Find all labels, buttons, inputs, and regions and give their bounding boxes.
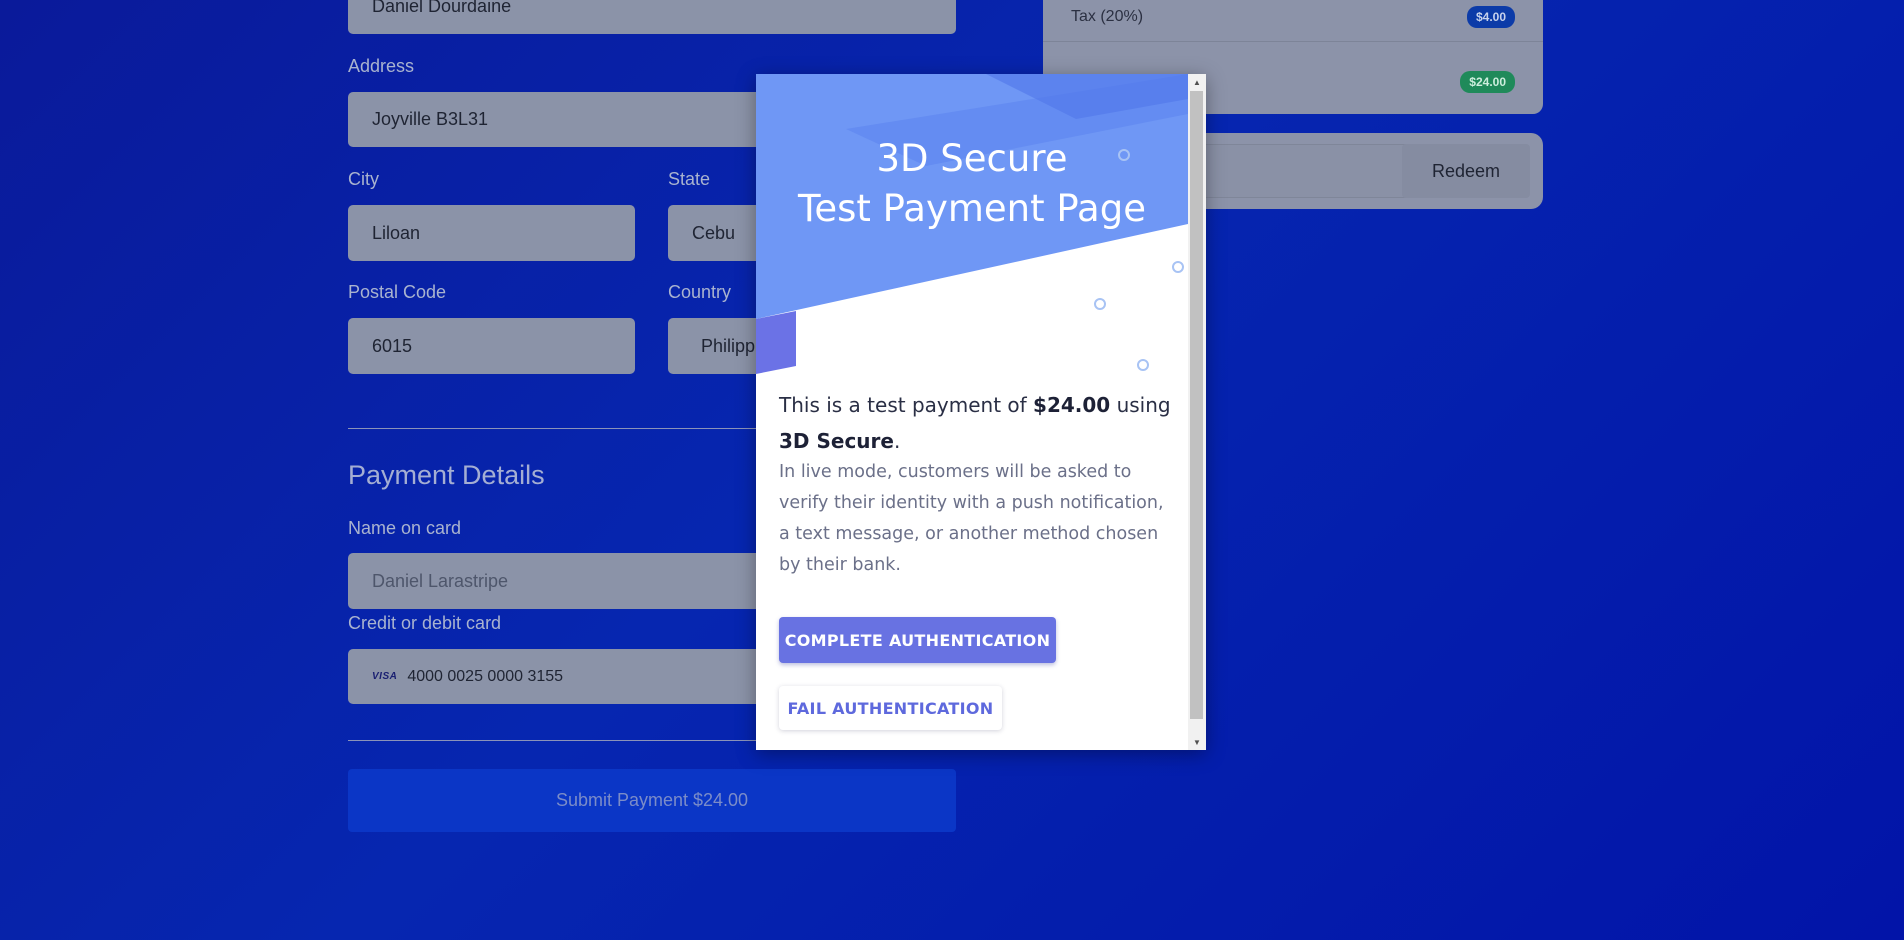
fail-authentication-button[interactable]: FAIL AUTHENTICATION (779, 686, 1002, 730)
tax-badge: $4.00 (1466, 5, 1515, 28)
tax-label: Tax (20%) (1071, 7, 1144, 25)
3ds-modal: 3D Secure Test Payment Page This is a te… (756, 74, 1206, 750)
modal-description: In live mode, customers will be asked to… (779, 462, 1164, 575)
submit-payment-button[interactable]: Submit Payment $24.00 (348, 769, 956, 832)
fail-authentication-label: FAIL AUTHENTICATION (787, 698, 994, 718)
state-field-value: Cebu (692, 222, 736, 243)
city-label: City (348, 169, 379, 189)
card-label: Credit or debit card (348, 613, 502, 633)
name-field-value: Daniel Dourdaine (372, 0, 512, 16)
decor-circle (1172, 261, 1184, 273)
name-on-card-placeholder: Daniel Larastripe (372, 570, 509, 591)
modal-title: 3D Secure Test Payment Page (756, 134, 1188, 234)
country-label: Country (668, 282, 732, 302)
state-label: State (668, 169, 711, 189)
postal-code-field[interactable]: 6015 (348, 318, 635, 374)
lead-method: 3D Secure (779, 429, 894, 453)
country-select-value: Philipp (701, 335, 756, 356)
redeem-label: Redeem (1431, 160, 1501, 181)
header-accent (756, 311, 796, 374)
name-field[interactable]: Daniel Dourdaine (348, 0, 956, 34)
scroll-up-icon[interactable]: ▲ (1188, 74, 1206, 90)
modal-scrollbar[interactable]: ▲ ▼ (1188, 74, 1206, 750)
redeem-button[interactable]: Redeem (1402, 144, 1530, 198)
address-label: Address (348, 56, 415, 76)
modal-body: This is a test payment of $24.00 using 3D… (779, 387, 1174, 581)
modal-header-graphic (756, 74, 1188, 374)
lead-prefix: This is a test payment of (779, 393, 1034, 417)
scroll-thumb[interactable] (1190, 91, 1203, 719)
scroll-down-icon[interactable]: ▼ (1188, 734, 1206, 750)
lead-amount: $24.00 (1033, 393, 1111, 417)
city-field-value: Liloan (372, 222, 421, 243)
lead-suffix: . (893, 429, 901, 453)
city-field[interactable]: Liloan (348, 205, 635, 261)
complete-authentication-label: COMPLETE AUTHENTICATION (784, 630, 1051, 650)
decor-circle (1094, 298, 1106, 310)
payment-details-title: Payment Details (348, 460, 545, 490)
modal-title-line1: 3D Secure (876, 137, 1068, 180)
card-number: 4000 0025 0000 3155 (407, 667, 564, 685)
modal-lead: This is a test payment of $24.00 using 3D… (779, 387, 1174, 459)
visa-icon: VISA (372, 671, 398, 682)
name-on-card-label: Name on card (348, 518, 462, 538)
total-badge: $24.00 (1460, 71, 1515, 93)
decor-circle (1137, 359, 1149, 371)
postal-code-field-value: 6015 (372, 335, 413, 356)
complete-authentication-button[interactable]: COMPLETE AUTHENTICATION (779, 617, 1056, 663)
modal-title-line2: Test Payment Page (798, 187, 1146, 230)
tax-row: Tax (20%) $4.00 (1043, 0, 1543, 42)
address-field-value: Joyville B3L31 (372, 109, 489, 129)
postal-code-label: Postal Code (348, 282, 447, 302)
submit-payment-label: Submit Payment $24.00 (555, 790, 749, 810)
lead-mid: using (1110, 393, 1171, 417)
